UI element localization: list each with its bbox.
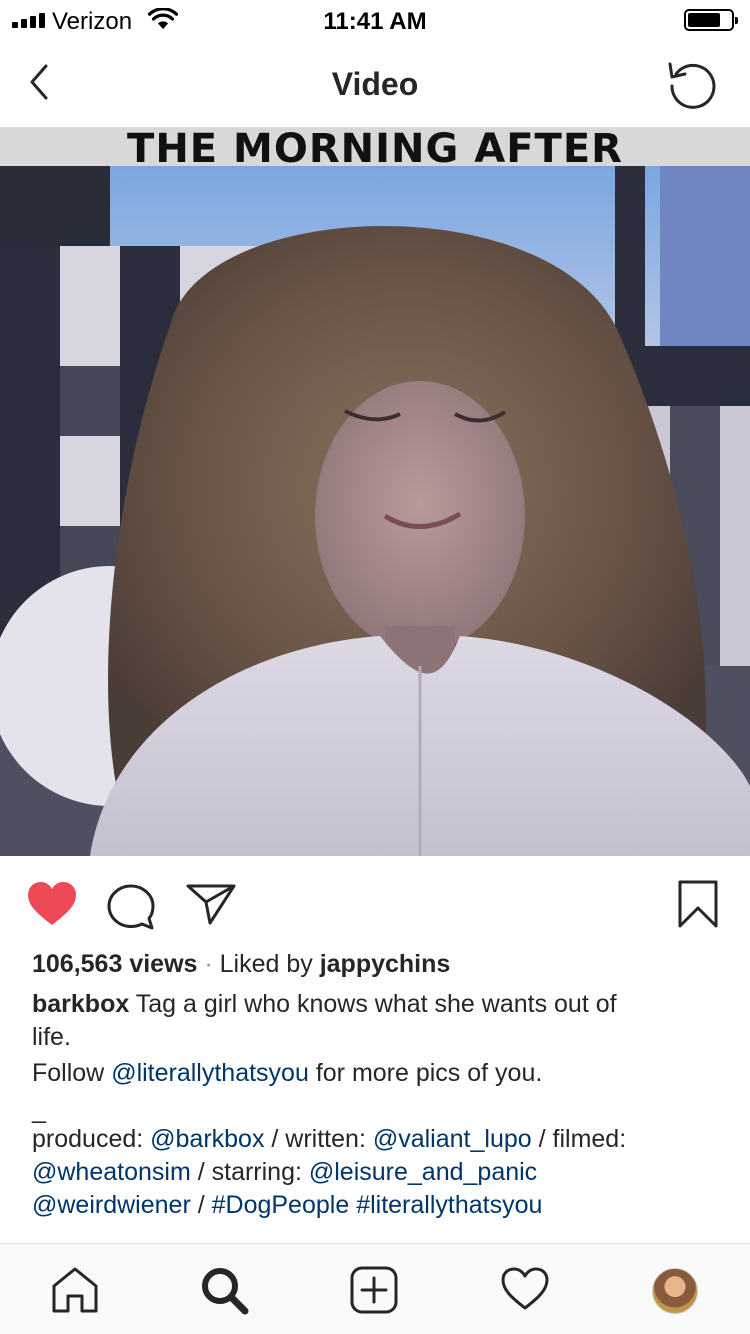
video-title-strip: THE MORNING AFTER bbox=[0, 128, 750, 166]
view-count[interactable]: 106,563 views bbox=[32, 950, 197, 978]
share-direct-icon[interactable] bbox=[184, 882, 238, 926]
mention-literallythatsyou[interactable]: @literallythatsyou bbox=[111, 1059, 309, 1087]
like-heart-icon[interactable] bbox=[26, 881, 78, 927]
post-caption: 106,563 views · Liked by jappychins bark… bbox=[32, 948, 722, 1222]
caption-line-1: barkbox Tag a girl who knows what she wa… bbox=[32, 988, 722, 1021]
credits-line-1: produced: @barkbox / written: @valiant_l… bbox=[32, 1123, 722, 1156]
mention-weirdwiener[interactable]: @weirdwiener bbox=[32, 1191, 191, 1219]
follow-prefix: Follow bbox=[32, 1059, 112, 1087]
mention-leisure-and-panic[interactable]: @leisure_and_panic bbox=[309, 1158, 537, 1186]
activity-heart-icon[interactable] bbox=[500, 1266, 550, 1312]
views-line: 106,563 views · Liked by jappychins bbox=[32, 948, 722, 988]
comment-icon[interactable] bbox=[106, 883, 158, 931]
profile-avatar[interactable] bbox=[652, 1268, 698, 1314]
caption-line-2: life. bbox=[32, 1023, 71, 1051]
navigation-bar: Video bbox=[0, 40, 750, 128]
search-icon[interactable] bbox=[200, 1266, 250, 1316]
follow-suffix: for more pics of you. bbox=[308, 1059, 543, 1087]
caption-text: Tag a girl who knows what she wants out … bbox=[129, 990, 617, 1018]
liked-by-username[interactable]: jappychins bbox=[320, 950, 451, 978]
starring-label: / starring: bbox=[190, 1158, 309, 1186]
hashtag-literallythatsyou[interactable]: #literallythatsyou bbox=[356, 1191, 542, 1219]
hashtag-dogpeople[interactable]: #DogPeople bbox=[212, 1191, 350, 1219]
add-post-icon[interactable] bbox=[350, 1266, 398, 1314]
written-label: / written: bbox=[264, 1125, 373, 1153]
bookmark-icon[interactable] bbox=[676, 880, 720, 928]
author-username[interactable]: barkbox bbox=[32, 990, 129, 1018]
replay-icon[interactable] bbox=[664, 58, 720, 110]
home-icon[interactable] bbox=[50, 1266, 100, 1314]
battery-icon bbox=[684, 9, 738, 31]
status-bar: Verizon 11:41 AM bbox=[0, 0, 750, 40]
produced-label: produced: bbox=[32, 1125, 151, 1153]
credits-line-3: @weirdwiener / #DogPeople #literallythat… bbox=[32, 1189, 722, 1222]
separator-dot: · bbox=[197, 950, 220, 978]
credits-line-2: @wheatonsim / starring: @leisure_and_pan… bbox=[32, 1156, 722, 1189]
slash-separator: / bbox=[190, 1191, 212, 1219]
video-title-text: THE MORNING AFTER bbox=[127, 128, 623, 166]
video-player[interactable]: THE MORNING AFTER bbox=[0, 128, 750, 856]
bottom-tab-bar bbox=[0, 1243, 750, 1334]
liked-by-prefix: Liked by bbox=[219, 950, 320, 978]
status-time: 11:41 AM bbox=[323, 8, 427, 35]
filmed-label: / filmed: bbox=[531, 1125, 627, 1153]
mention-valiant-lupo[interactable]: @valiant_lupo bbox=[373, 1125, 532, 1153]
post-actions bbox=[0, 856, 750, 952]
mention-barkbox[interactable]: @barkbox bbox=[150, 1125, 264, 1153]
page-title: Video bbox=[331, 66, 419, 102]
video-frame bbox=[0, 166, 750, 856]
mention-wheatonsim[interactable]: @wheatonsim bbox=[32, 1158, 191, 1186]
caption-follow-line: Follow @literallythatsyou for more pics … bbox=[32, 1057, 722, 1090]
